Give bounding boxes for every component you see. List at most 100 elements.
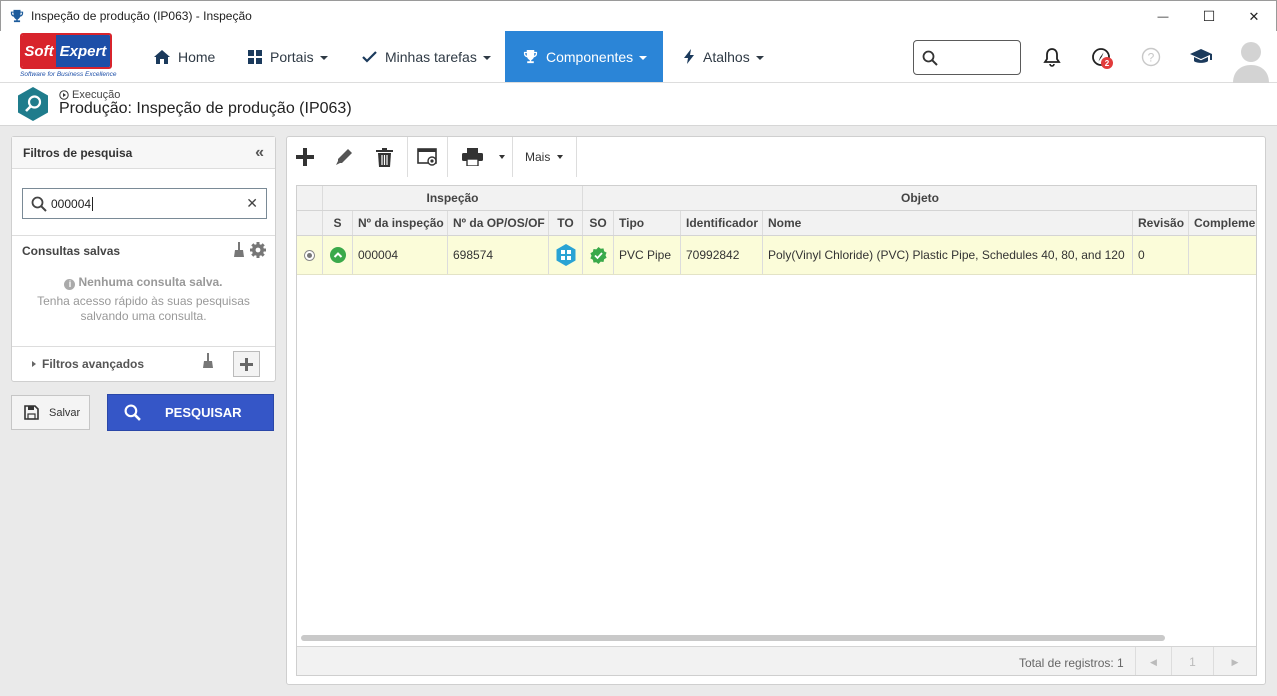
toolbar-divider xyxy=(576,137,577,177)
delete-button[interactable] xyxy=(368,137,400,177)
no-saved-queries-description: Tenha acesso rápido às suas pesquisas sa… xyxy=(12,294,275,324)
nav-componentes[interactable]: Componentes xyxy=(505,31,663,82)
nav-portais-label: Portais xyxy=(270,48,314,65)
tasks-compass-button[interactable]: 2 xyxy=(1089,45,1113,69)
edit-button[interactable] xyxy=(328,137,360,177)
saved-queries-title: Consultas salvas xyxy=(22,244,121,258)
production-order-icon xyxy=(556,244,575,266)
filters-title: Filtros de pesquisa xyxy=(23,145,133,160)
no-saved-desc-line1: Tenha acesso rápido às suas pesquisas xyxy=(37,294,250,308)
home-icon xyxy=(154,49,170,64)
advanced-filters-toggle[interactable]: Filtros avançados xyxy=(42,357,144,371)
close-icon: ✕ xyxy=(1248,8,1260,24)
search-filters-panel: Filtros de pesquisa « 000004 ✕ Consultas… xyxy=(11,136,276,382)
current-page[interactable]: 1 xyxy=(1171,647,1213,675)
check-icon xyxy=(362,50,377,63)
pencil-icon xyxy=(336,149,352,165)
column-header-identifier[interactable]: Identificador xyxy=(681,211,763,235)
chevron-down-icon xyxy=(639,55,648,60)
next-page-button[interactable]: ▶ xyxy=(1213,647,1256,675)
no-saved-queries-title: i Nenhuma consulta salva. xyxy=(12,275,275,290)
row-name: Poly(Vinyl Chloride) (PVC) Plastic Pipe,… xyxy=(763,236,1133,274)
training-button[interactable] xyxy=(1189,45,1213,69)
close-window-button[interactable]: ✕ xyxy=(1231,1,1277,32)
maximize-button[interactable]: ☐ xyxy=(1186,1,1232,32)
nav-atalhos-label: Atalhos xyxy=(703,48,750,65)
help-button[interactable]: ? xyxy=(1139,45,1163,69)
filter-search-value: 000004 xyxy=(51,196,92,211)
column-header-revision[interactable]: Revisão xyxy=(1133,211,1189,235)
grid-group-objeto: Objeto xyxy=(901,191,939,205)
plus-icon xyxy=(296,148,314,166)
user-avatar-icon xyxy=(1233,42,1269,83)
more-actions-label: Mais xyxy=(525,150,551,164)
clear-search-icon[interactable]: ✕ xyxy=(246,195,258,212)
global-search-input[interactable] xyxy=(913,40,1021,75)
logo-expert-block: Expert xyxy=(56,35,110,67)
window-title: Inspeção de produção (IP063) - Inspeção xyxy=(31,9,252,23)
nav-minhas-tarefas[interactable]: Minhas tarefas xyxy=(362,31,497,82)
gear-icon[interactable] xyxy=(250,242,266,258)
table-row[interactable]: 000004 698574 PVC Pipe 70992842 Poly(Vin… xyxy=(297,236,1256,275)
collapse-panel-icon[interactable]: « xyxy=(255,144,264,162)
softexpert-logo[interactable]: Soft Expert Software for Business Excell… xyxy=(20,33,116,81)
column-header-to[interactable]: TO xyxy=(549,211,583,235)
column-header-type[interactable]: Tipo xyxy=(614,211,681,235)
column-header-so[interactable]: SO xyxy=(583,211,614,235)
minimize-button[interactable]: — xyxy=(1140,1,1186,32)
nav-home[interactable]: Home xyxy=(154,31,224,82)
column-header-complement[interactable]: Complemen xyxy=(1189,211,1256,235)
add-filter-button[interactable] xyxy=(233,351,260,377)
add-button[interactable] xyxy=(289,137,321,177)
column-header-s[interactable]: S xyxy=(323,211,353,235)
divider xyxy=(12,235,275,236)
broom-icon[interactable] xyxy=(202,353,214,369)
expand-advanced-icon[interactable] xyxy=(32,361,36,367)
results-panel: Mais Inspeção Objeto S Nº da inspeção Nº… xyxy=(286,136,1266,685)
horizontal-scrollbar[interactable] xyxy=(301,635,1165,641)
more-actions-button[interactable]: Mais xyxy=(525,137,564,177)
save-query-button[interactable]: Salvar xyxy=(11,395,90,430)
row-complement xyxy=(1189,236,1256,274)
nav-atalhos[interactable]: Atalhos xyxy=(684,31,774,82)
nav-portais[interactable]: Portais xyxy=(248,31,338,82)
no-saved-desc-line2: salvando uma consulta. xyxy=(80,309,207,323)
radio-selected-icon xyxy=(304,249,315,261)
notifications-button[interactable] xyxy=(1040,45,1064,69)
grid-footer: Total de registros: 1 ◀ 1 ▶ xyxy=(297,646,1256,675)
bolt-icon xyxy=(684,49,694,64)
main-navbar: Soft Expert Software for Business Excell… xyxy=(0,31,1277,83)
row-so xyxy=(583,236,614,274)
row-radio[interactable] xyxy=(297,236,323,274)
help-icon: ? xyxy=(1141,47,1161,67)
chevron-right-icon: ▶ xyxy=(1231,656,1239,667)
print-button[interactable] xyxy=(454,137,490,177)
grid-icon xyxy=(248,49,262,64)
search-icon xyxy=(124,404,141,421)
search-button[interactable]: PESQUISAR xyxy=(107,394,274,431)
row-revision: 0 xyxy=(1133,236,1189,274)
maximize-icon: ☐ xyxy=(1202,8,1216,24)
view-record-button[interactable] xyxy=(411,137,445,177)
column-header-inspection-number[interactable]: Nº da inspeção xyxy=(353,211,448,235)
window-titlebar: Inspeção de produção (IP063) - Inspeção … xyxy=(0,0,1277,31)
nav-componentes-label: Componentes xyxy=(546,48,634,65)
floppy-disk-icon xyxy=(24,405,39,420)
search-icon xyxy=(31,196,47,212)
divider xyxy=(12,346,275,347)
row-status xyxy=(323,236,353,274)
column-header-name[interactable]: Nome xyxy=(763,211,1133,235)
broom-icon[interactable] xyxy=(233,242,245,258)
chevron-down-icon xyxy=(755,55,764,60)
results-toolbar: Mais xyxy=(287,137,1265,177)
previous-page-button[interactable]: ◀ xyxy=(1135,647,1171,675)
filter-search-input[interactable]: 000004 ✕ xyxy=(22,188,267,219)
chevron-down-icon xyxy=(482,55,491,60)
logo-box: Soft Expert xyxy=(20,33,112,69)
print-dropdown[interactable] xyxy=(495,137,509,177)
results-grid: Inspeção Objeto S Nº da inspeção Nº da O… xyxy=(296,185,1257,676)
row-order-number: 698574 xyxy=(448,236,549,274)
logo-soft-block: Soft xyxy=(22,35,56,67)
column-header-order-number[interactable]: Nº da OP/OS/OF xyxy=(448,211,549,235)
avatar[interactable] xyxy=(1231,39,1271,83)
